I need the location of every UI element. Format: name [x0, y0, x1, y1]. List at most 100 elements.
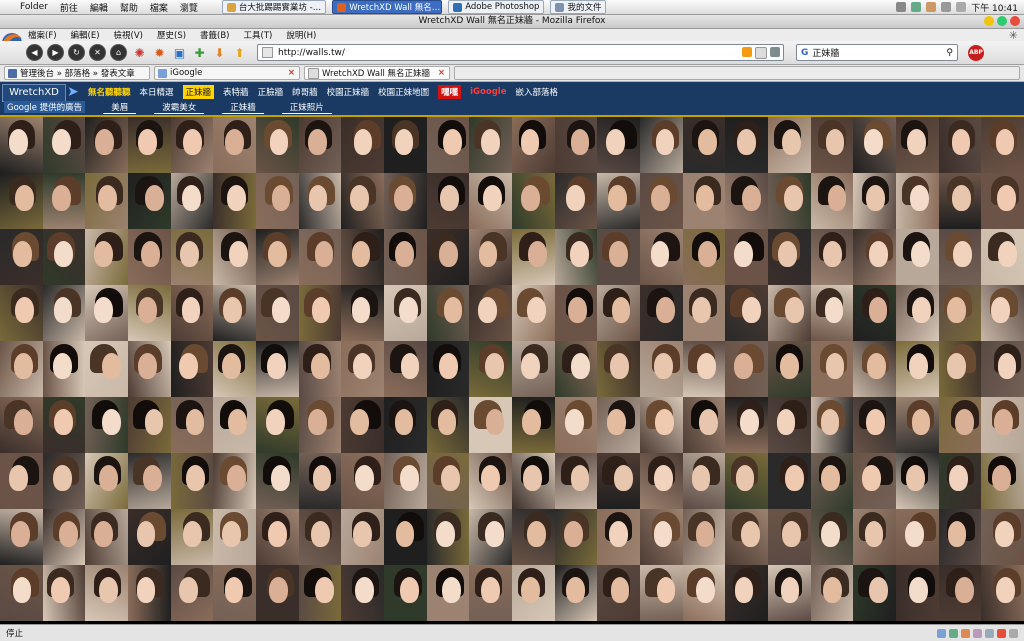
menu-edit[interactable]: 編輯(E) [71, 29, 100, 41]
photo-thumbnail[interactable] [768, 173, 811, 229]
photo-thumbnail[interactable] [256, 397, 299, 453]
photo-thumbnail[interactable] [42, 565, 86, 621]
photo-thumbnail[interactable] [426, 453, 470, 509]
photo-thumbnail[interactable] [170, 117, 214, 173]
photo-thumbnail[interactable] [170, 565, 214, 621]
photo-thumbnail[interactable] [256, 173, 299, 229]
photo-thumbnail[interactable] [256, 453, 299, 509]
photo-thumbnail[interactable] [597, 173, 640, 229]
network-icon[interactable] [911, 2, 922, 12]
status-icon[interactable] [985, 628, 994, 638]
photo-thumbnail[interactable] [298, 341, 342, 397]
photo-thumbnail[interactable] [512, 453, 555, 509]
photo-thumbnail[interactable] [128, 509, 171, 565]
google-ads-label[interactable]: Google 提供的廣告 [4, 101, 86, 113]
photo-thumbnail[interactable] [170, 229, 214, 285]
photo-thumbnail[interactable] [810, 341, 854, 397]
photo-thumbnail[interactable] [554, 229, 598, 285]
link-beauty-wall[interactable]: 表特牆 [223, 86, 249, 98]
forward-button[interactable]: ▶ [47, 44, 64, 61]
volume-icon[interactable] [941, 2, 952, 12]
photo-thumbnail[interactable] [554, 117, 598, 173]
photo-thumbnail[interactable] [341, 341, 384, 397]
photo-thumbnail[interactable] [42, 397, 86, 453]
photo-thumbnail[interactable] [85, 565, 128, 621]
status-icon[interactable] [949, 628, 958, 638]
photo-thumbnail[interactable] [725, 229, 768, 285]
photo-thumbnail[interactable] [682, 397, 726, 453]
photo-thumbnail[interactable] [42, 173, 86, 229]
photo-thumbnail[interactable] [384, 341, 427, 397]
photo-thumbnail[interactable] [512, 565, 555, 621]
status-icon[interactable] [973, 628, 982, 638]
stop-button[interactable]: ✕ [89, 44, 106, 61]
photo-thumbnail[interactable] [810, 397, 854, 453]
reload-button[interactable]: ↻ [68, 44, 85, 61]
photo-thumbnail[interactable] [298, 565, 342, 621]
photo-thumbnail[interactable] [298, 285, 342, 341]
photo-thumbnail[interactable] [640, 453, 683, 509]
photo-thumbnail[interactable] [0, 453, 43, 509]
photo-thumbnail[interactable] [341, 565, 384, 621]
photo-thumbnail[interactable] [768, 229, 811, 285]
photo-thumbnail[interactable] [384, 453, 427, 509]
sub-link-girls-wall[interactable]: 正妹牆 [222, 101, 264, 114]
photo-thumbnail[interactable] [213, 117, 256, 173]
link-daily-picks[interactable]: 本日精選 [140, 86, 174, 98]
photo-thumbnail[interactable] [725, 341, 768, 397]
photo-thumbnail[interactable] [85, 453, 128, 509]
photo-thumbnail[interactable] [682, 285, 726, 341]
dropdown-icon[interactable] [770, 46, 780, 57]
photo-thumbnail[interactable] [725, 173, 768, 229]
photo-thumbnail[interactable] [0, 509, 43, 565]
photo-thumbnail[interactable] [213, 509, 256, 565]
photo-thumbnail[interactable] [725, 397, 768, 453]
photo-thumbnail[interactable] [768, 565, 811, 621]
photo-thumbnail[interactable] [170, 453, 214, 509]
photo-thumbnail[interactable] [640, 509, 683, 565]
os-menu-help[interactable]: 幫助 [120, 1, 138, 14]
task-ptt[interactable]: 台大批踢踢實業坊 -… [221, 0, 327, 14]
photo-thumbnail[interactable] [128, 453, 171, 509]
sub-link-babes[interactable]: 波霸美女 [154, 101, 205, 114]
photo-thumbnail[interactable] [384, 117, 427, 173]
photo-thumbnail[interactable] [896, 565, 939, 621]
photo-thumbnail[interactable] [0, 117, 43, 173]
photo-thumbnail[interactable] [682, 117, 726, 173]
printer-icon[interactable] [896, 2, 907, 12]
photo-thumbnail[interactable] [341, 397, 384, 453]
photo-thumbnail[interactable] [213, 397, 256, 453]
link-campus-wall[interactable]: 校園正妹牆 [327, 86, 370, 98]
os-menu-folder[interactable]: Folder [20, 2, 48, 12]
search-icon[interactable]: ⚲ [946, 48, 953, 58]
photo-thumbnail[interactable] [512, 397, 555, 453]
photo-thumbnail[interactable] [682, 565, 726, 621]
photo-thumbnail[interactable] [213, 173, 256, 229]
os-menu-go[interactable]: 前往 [60, 1, 78, 14]
photo-thumbnail[interactable] [810, 117, 854, 173]
photo-thumbnail[interactable] [128, 285, 171, 341]
photo-thumbnail[interactable] [256, 117, 299, 173]
menu-tools[interactable]: 工具(T) [244, 29, 273, 41]
photo-thumbnail[interactable] [853, 341, 896, 397]
photo-thumbnail[interactable] [128, 565, 171, 621]
photo-thumbnail[interactable] [725, 509, 768, 565]
photo-thumbnail[interactable] [597, 341, 640, 397]
photo-thumbnail[interactable] [554, 341, 598, 397]
photo-thumbnail[interactable] [85, 229, 128, 285]
photo-thumbnail[interactable] [298, 173, 342, 229]
home-button[interactable]: ⌂ [110, 44, 127, 61]
photo-thumbnail[interactable] [896, 229, 939, 285]
photo-thumbnail[interactable] [0, 229, 43, 285]
photo-thumbnail[interactable] [469, 341, 512, 397]
photo-thumbnail[interactable] [256, 509, 299, 565]
photo-thumbnail[interactable] [341, 509, 384, 565]
photo-thumbnail[interactable] [170, 509, 214, 565]
photo-thumbnail[interactable] [426, 117, 470, 173]
photo-thumbnail[interactable] [810, 509, 854, 565]
photo-thumbnail[interactable] [853, 117, 896, 173]
search-text[interactable]: 正妹牆 [812, 46, 839, 59]
adblock-icon[interactable]: ABP [968, 44, 984, 61]
photo-thumbnail[interactable] [42, 509, 86, 565]
photo-thumbnail[interactable] [853, 173, 896, 229]
